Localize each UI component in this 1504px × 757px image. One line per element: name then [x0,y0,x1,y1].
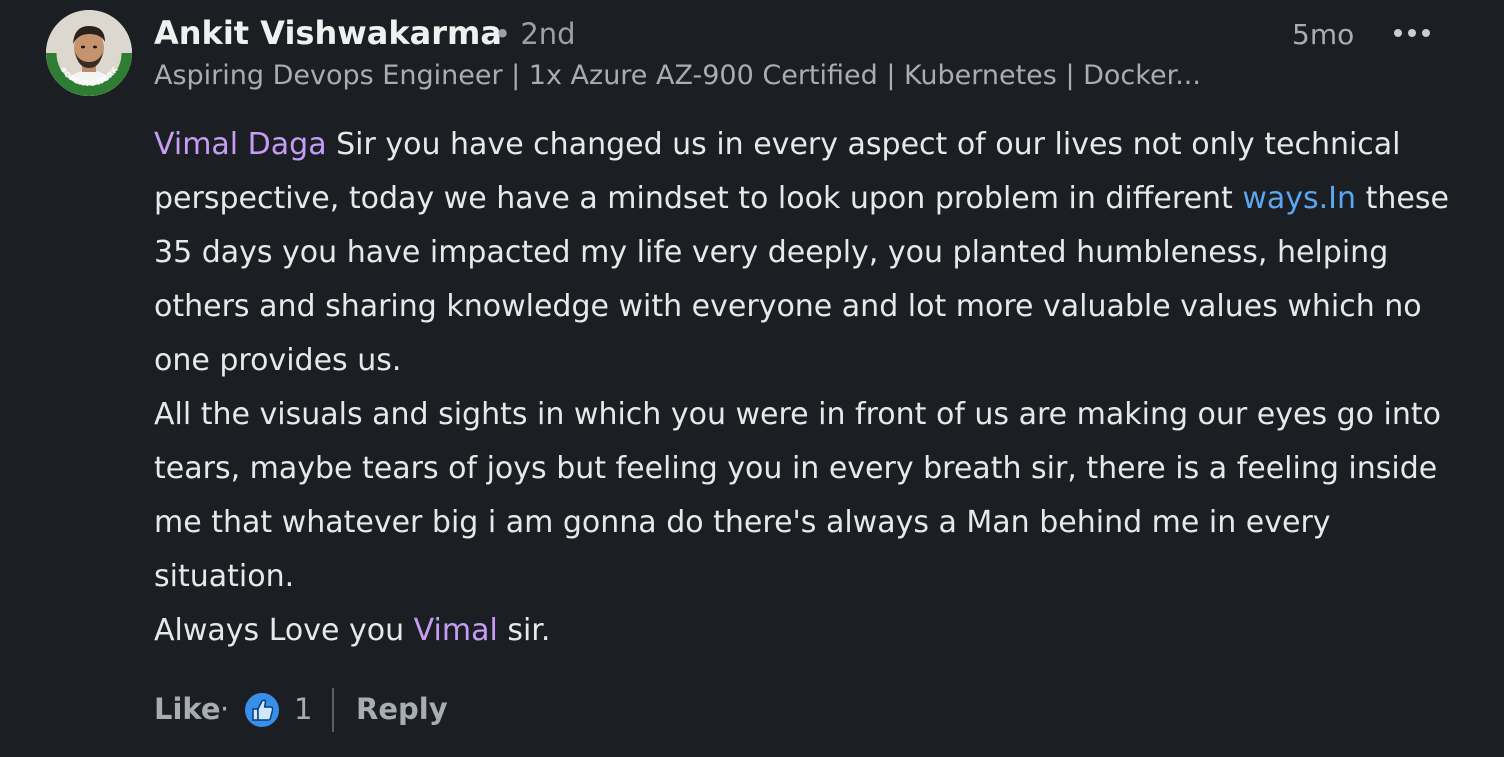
comment-paragraph: All the visuals and sights in which you … [154,397,1442,594]
comment-paragraph: Always Love you Vimal sir. [154,604,1474,658]
comment-text: Sir you have changed us in every aspect … [154,127,1401,216]
mention-vimal-daga[interactable]: Vimal Daga [154,127,327,162]
inline-link[interactable]: ways.In [1242,181,1356,216]
reaction-count[interactable]: 1 [294,692,312,726]
avatar-photo: #OPENTOWORK [46,10,132,96]
author-name[interactable]: Ankit Vishwakarma [154,14,502,52]
comment-card: #OPENTOWORK Ankit Vishwakarma • 2nd Aspi… [0,0,1504,757]
ellipsis-icon [1394,29,1430,37]
comment-text: Always Love you [154,613,414,648]
connection-degree: • 2nd [494,17,576,51]
reply-button[interactable]: Reply [356,692,448,726]
mention-vimal[interactable]: Vimal [414,613,498,648]
more-options-button[interactable] [1390,16,1434,50]
separator-dot: · [220,692,230,726]
like-button[interactable]: Like [154,692,221,726]
actions-divider [332,688,334,732]
author-headline: Aspiring Devops Engineer | 1x Azure AZ-9… [154,60,1201,91]
comment-text: sir. [497,613,551,648]
thumbs-up-reaction-icon[interactable] [242,690,282,730]
comment-paragraph: Vimal Daga Sir you have changed us in ev… [154,118,1474,388]
comment-timestamp: 5mo [1292,18,1355,51]
comment-body: Vimal Daga Sir you have changed us in ev… [154,118,1474,658]
author-avatar[interactable]: #OPENTOWORK [46,10,132,96]
